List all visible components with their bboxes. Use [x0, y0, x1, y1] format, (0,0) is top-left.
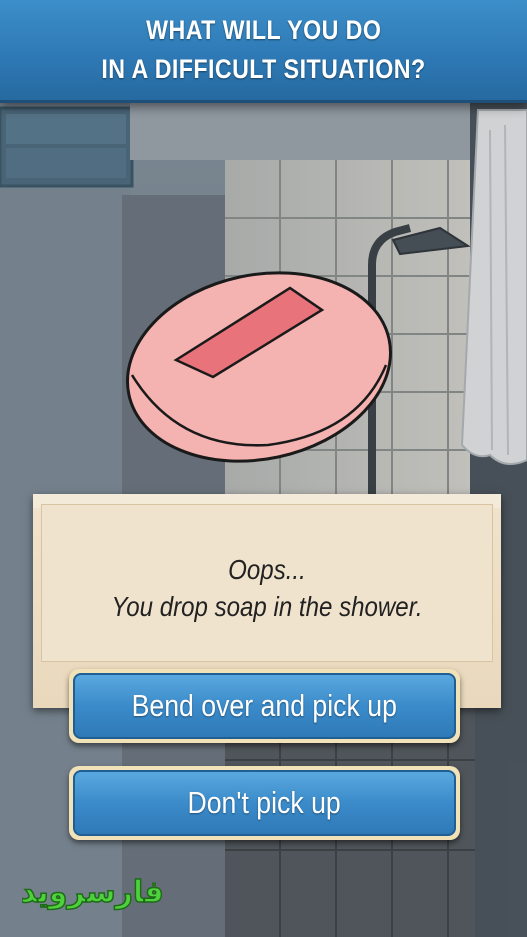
header-title-line1: WHAT WILL YOU DO	[145, 15, 382, 45]
choice-button-face: Bend over and pick up	[73, 673, 456, 739]
choice-bend-over-button[interactable]: Bend over and pick up	[69, 669, 460, 743]
choice-label: Bend over and pick up	[131, 688, 398, 723]
farsroid-logo: فارسروید	[22, 874, 162, 911]
choice-label: Don't pick up	[187, 785, 342, 820]
header-title-line2: IN A DIFFICULT SITUATION?	[101, 54, 426, 84]
choice-button-face: Don't pick up	[73, 770, 456, 836]
question-header: WHAT WILL YOU DO IN A DIFFICULT SITUATIO…	[0, 0, 527, 103]
situation-line2: You drop soap in the shower.	[111, 591, 423, 622]
soap-bar-icon	[126, 271, 392, 463]
choice-dont-pick-up-button[interactable]: Don't pick up	[69, 766, 460, 840]
situation-line1: Oops...	[228, 554, 306, 585]
svg-text:فارسروید: فارسروید	[22, 875, 162, 910]
